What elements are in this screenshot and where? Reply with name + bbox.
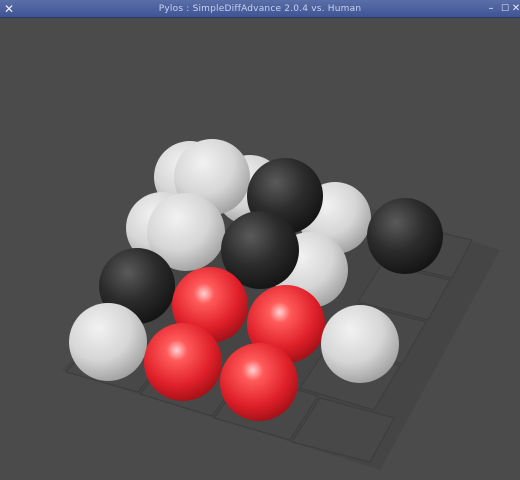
red-ball xyxy=(144,323,222,401)
window-title: Pylos : SimpleDiffAdvance 2.0.4 vs. Huma… xyxy=(158,4,362,14)
white-ball xyxy=(321,305,399,383)
minimize-icon[interactable]: – xyxy=(484,2,498,16)
black-ball xyxy=(367,198,443,274)
red-ball xyxy=(220,343,298,421)
close-icon[interactable]: ✕ xyxy=(509,2,520,16)
white-ball xyxy=(69,303,147,381)
board-scene[interactable] xyxy=(0,18,520,480)
game-viewport[interactable] xyxy=(0,18,520,480)
title-bar[interactable]: ✕ Pylos : SimpleDiffAdvance 2.0.4 vs. Hu… xyxy=(0,0,520,18)
game-window: ✕ Pylos : SimpleDiffAdvance 2.0.4 vs. Hu… xyxy=(0,0,520,480)
